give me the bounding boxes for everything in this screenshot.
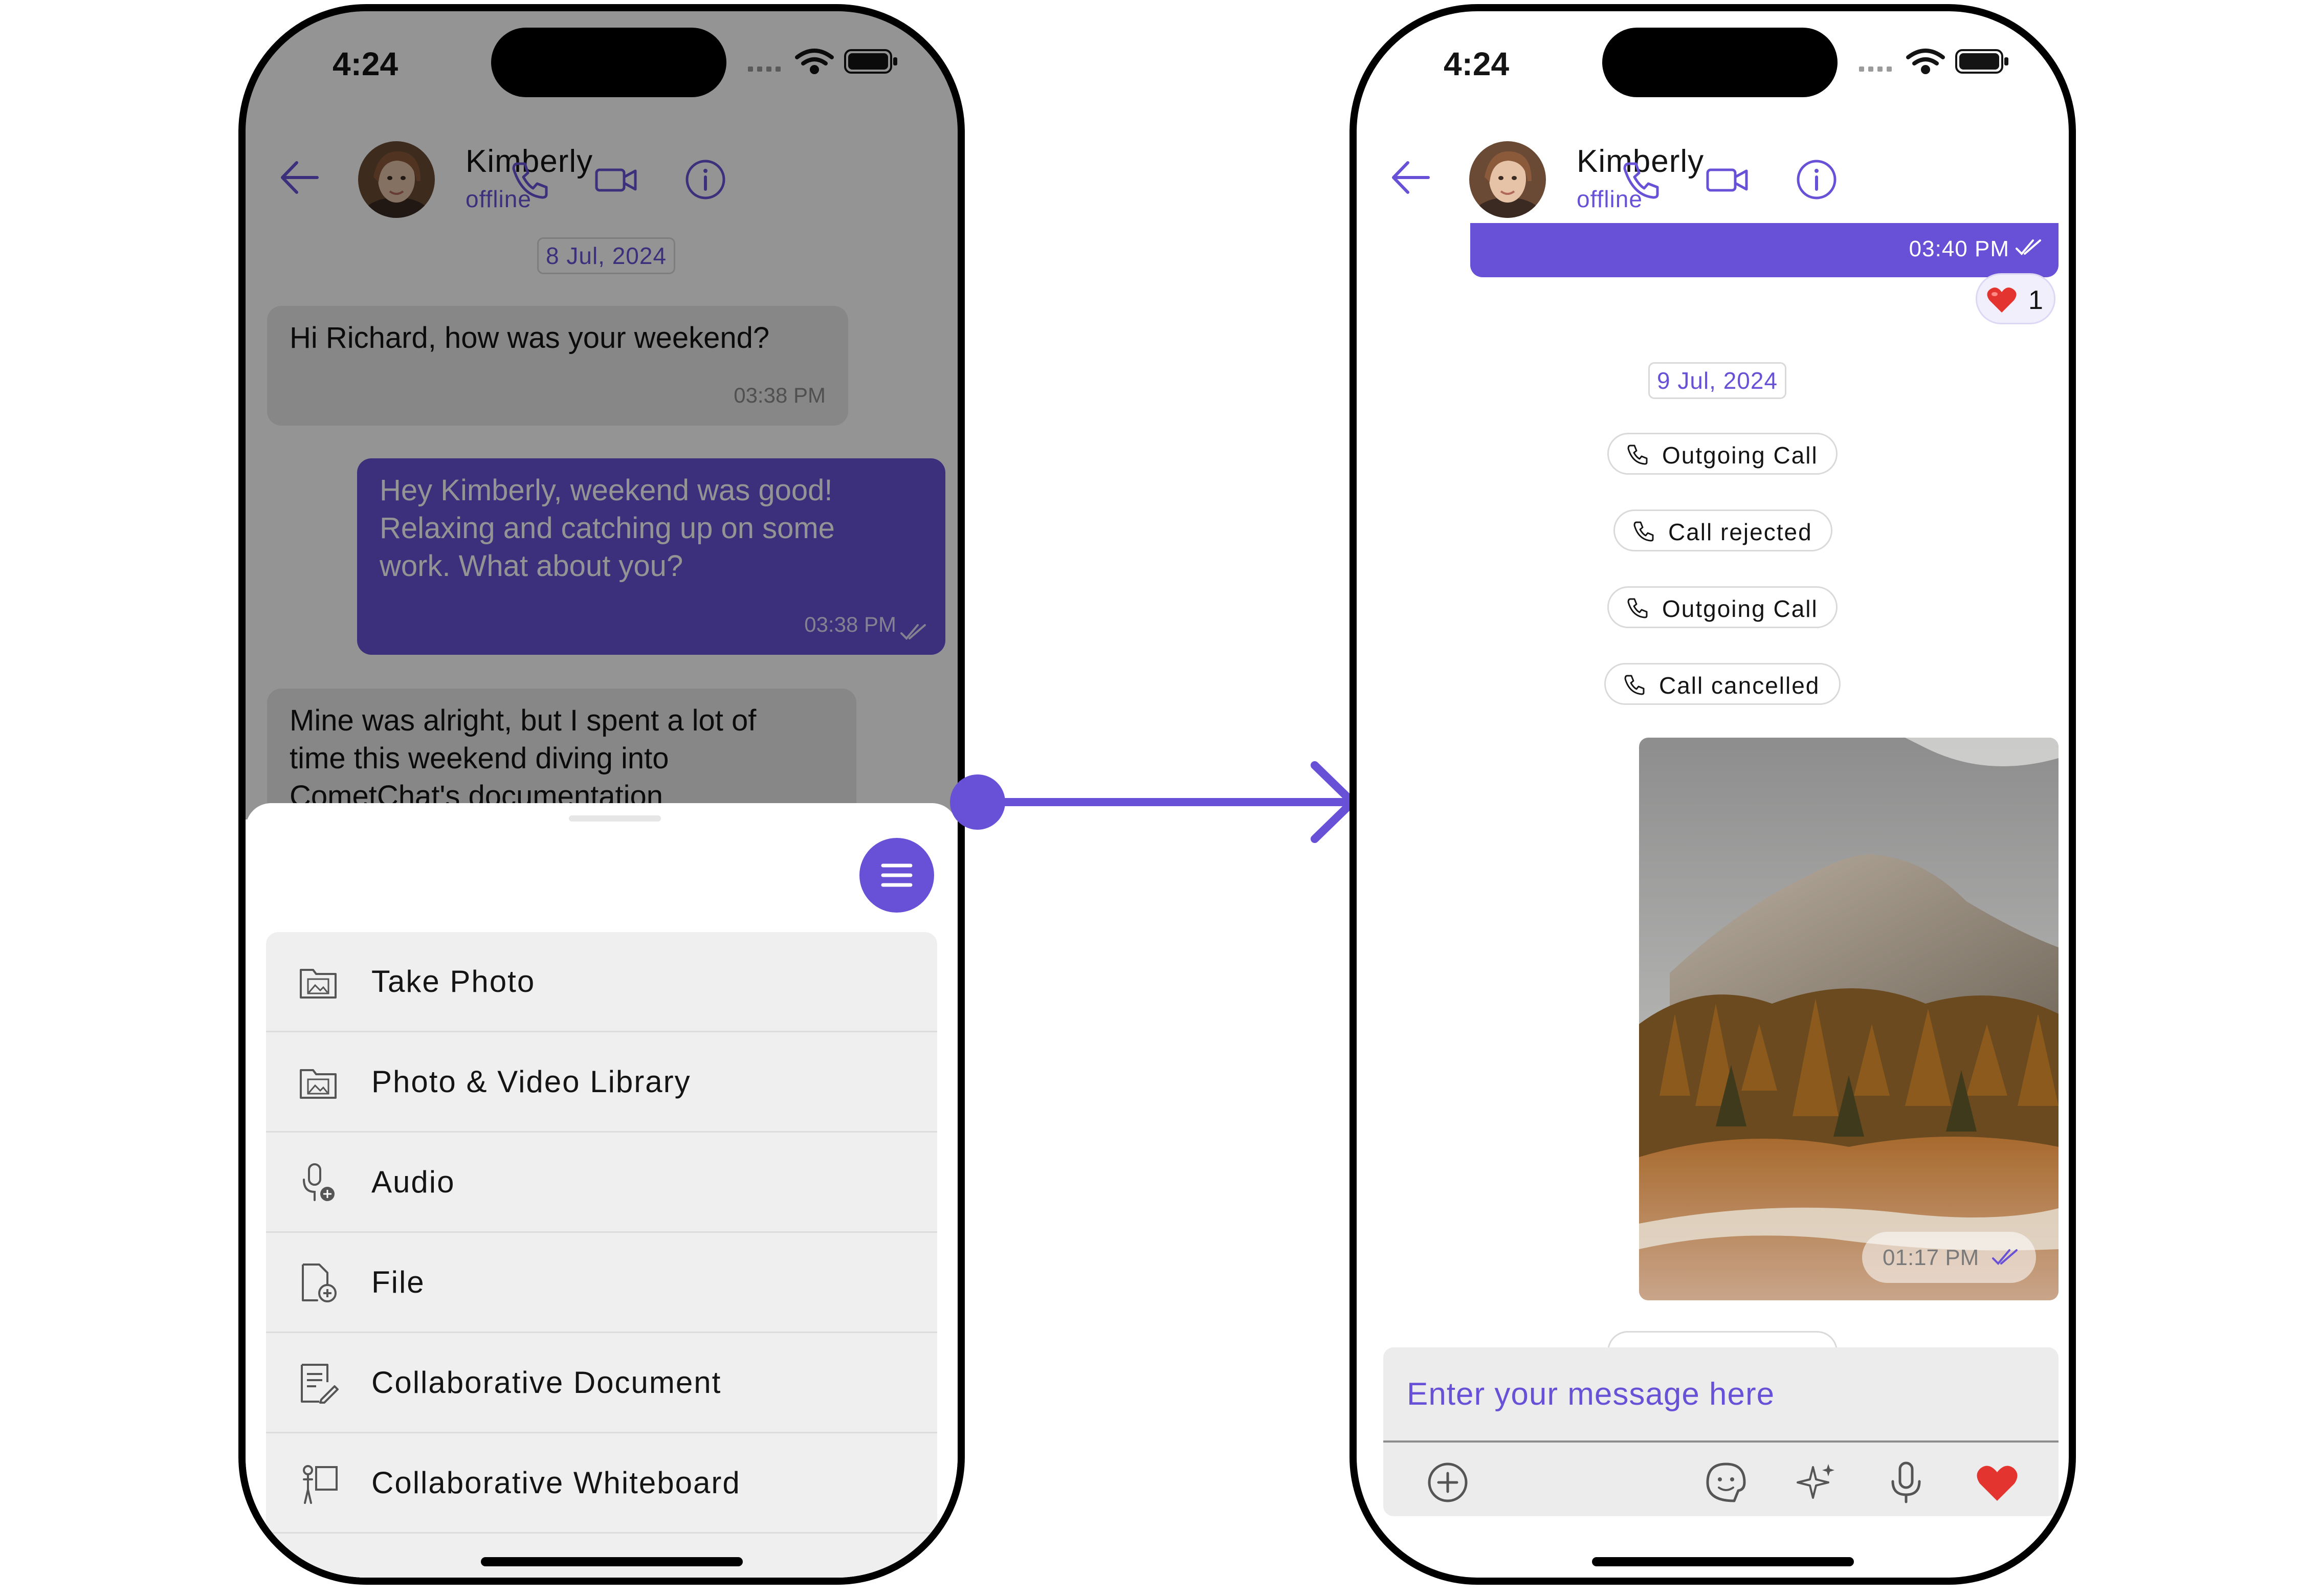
chat-header: Kimberly offline: [1357, 129, 2069, 231]
phone-icon: [1627, 598, 1648, 618]
ai-sparkle-icon[interactable]: [1793, 1459, 1840, 1506]
heart-icon[interactable]: [1974, 1459, 2021, 1506]
call-log-text: Outgoing Call: [1662, 595, 1818, 622]
phone-right-chat-view: 4:24 Kimberly offline 03:40 PM 1 9 Jul, …: [1349, 4, 2076, 1585]
status-icons: [1859, 49, 2008, 74]
message-composer: [1383, 1347, 2059, 1516]
status-time: 4:24: [1444, 46, 1510, 82]
add-attachment-icon[interactable]: [1424, 1459, 1471, 1506]
arrow-head: [1311, 761, 1357, 843]
read-double-check-icon: [1992, 1249, 2018, 1265]
phone-icon: [1624, 675, 1645, 695]
whiteboard-icon: [303, 1465, 338, 1504]
back-arrow-icon[interactable]: [1387, 154, 1433, 201]
image-message[interactable]: 01:17 PM: [1639, 738, 2059, 1300]
dim-overlay[interactable]: [246, 11, 958, 819]
avatar[interactable]: [1469, 141, 1546, 218]
sticker-icon[interactable]: [1702, 1459, 1750, 1506]
menu-item-label: Collaborative Document: [371, 1365, 722, 1400]
dynamic-island: [1602, 28, 1838, 97]
signal-icon: [1859, 66, 1892, 72]
file-add-icon: [302, 1264, 337, 1302]
phone-left-attachment-menu: 4:24 Kimberly offline 8 Jul, 2024 Hi Ric…: [238, 4, 965, 1585]
menu-item-audio[interactable]: Audio: [266, 1133, 937, 1233]
call-log-chip[interactable]: Call cancelled: [1604, 663, 1841, 705]
microphone-add-icon: [303, 1163, 335, 1201]
phone-icon: [1633, 521, 1654, 542]
heart-icon: [1987, 287, 2017, 313]
menu-item-collaborative-whiteboard[interactable]: Collaborative Whiteboard: [266, 1433, 937, 1534]
menu-lines-icon[interactable]: [859, 838, 934, 913]
image-time-pill: 01:17 PM: [1862, 1232, 2036, 1283]
home-indicator[interactable]: [481, 1557, 743, 1566]
read-double-check-icon: [2016, 239, 2041, 255]
message-input[interactable]: [1383, 1347, 2059, 1443]
outgoing-message-bubble[interactable]: 03:40 PM: [1470, 223, 2059, 277]
menu-item-label: Take Photo: [371, 964, 536, 999]
call-log-text: Call rejected: [1668, 519, 1812, 545]
menu-item-collaborative-document[interactable]: Collaborative Document: [266, 1333, 937, 1433]
date-separator: 9 Jul, 2024: [1648, 362, 1787, 399]
menu-item-take-photo[interactable]: Take Photo: [266, 932, 937, 1032]
menu-item-label: File: [371, 1265, 425, 1299]
menu-item-label: Photo & Video Library: [371, 1065, 691, 1099]
photo-folder-icon: [300, 1069, 337, 1099]
info-icon[interactable]: [1794, 157, 1840, 203]
attachment-bottom-sheet: Take Photo Photo & Video Library Audio F…: [246, 803, 958, 1578]
call-log-chip[interactable]: Call rejected: [1613, 509, 1832, 551]
call-log-chip[interactable]: Outgoing Call: [1607, 433, 1838, 475]
call-log-chip[interactable]: Outgoing Call: [1607, 586, 1838, 628]
reaction-count: 1: [2028, 285, 2043, 315]
menu-item-photo-video-library[interactable]: Photo & Video Library: [266, 1032, 937, 1133]
battery-icon: [1955, 49, 2008, 74]
call-log-text: Outgoing Call: [1662, 442, 1818, 469]
status-bar: 4:24: [1357, 11, 2069, 114]
video-call-icon[interactable]: [1705, 157, 1751, 203]
menu-item-label: Audio: [371, 1165, 455, 1199]
wifi-icon: [1906, 49, 1945, 74]
menu-item-file[interactable]: File: [266, 1233, 937, 1333]
phone-icon[interactable]: [1618, 157, 1664, 203]
call-log-text: Call cancelled: [1659, 672, 1820, 699]
attachment-options-list: Take Photo Photo & Video Library Audio F…: [266, 932, 937, 1578]
sheet-drag-handle[interactable]: [569, 815, 661, 822]
home-indicator[interactable]: [1592, 1557, 1854, 1566]
reaction-chip[interactable]: 1: [1976, 273, 2055, 324]
message-time: 03:40 PM: [1909, 236, 2009, 261]
photo-folder-icon: [300, 969, 337, 999]
menu-item-label: Collaborative Whiteboard: [371, 1466, 741, 1500]
microphone-icon[interactable]: [1883, 1459, 1930, 1506]
message-time: 01:17 PM: [1883, 1245, 1979, 1270]
document-edit-icon: [301, 1364, 339, 1404]
mountain-landscape-image: [1639, 738, 2059, 1300]
phone-icon: [1627, 445, 1648, 465]
